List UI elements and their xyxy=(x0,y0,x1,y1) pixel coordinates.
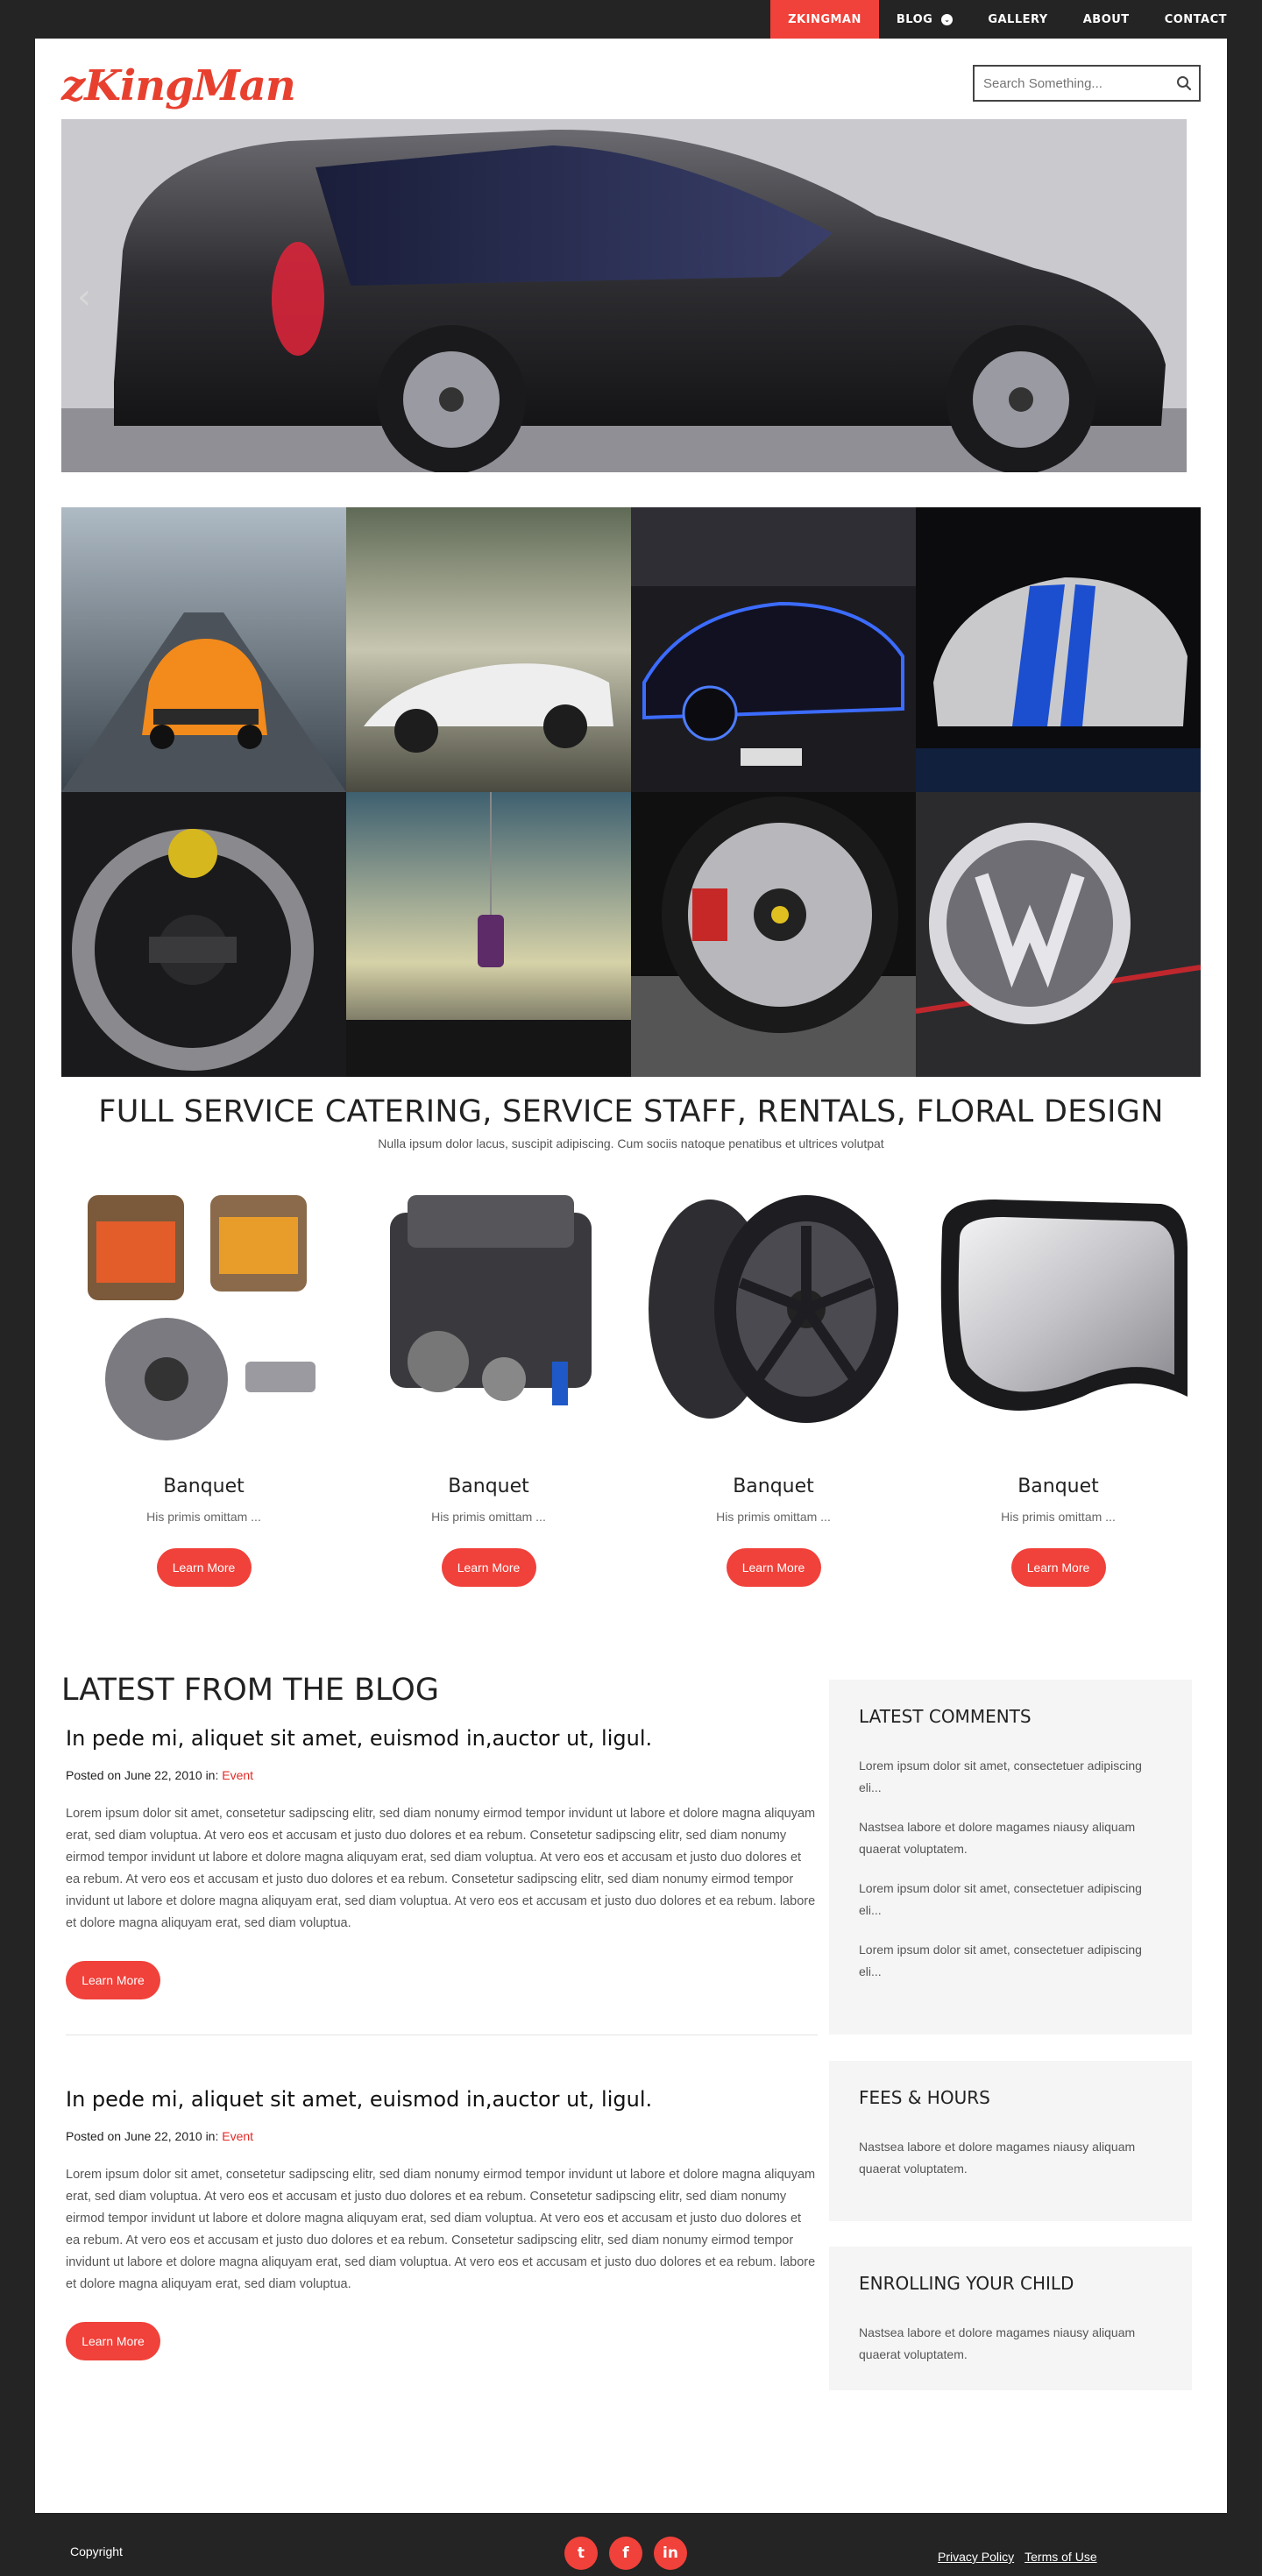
car-interior-charm-photo xyxy=(346,792,631,1077)
gallery-tile[interactable] xyxy=(916,507,1201,792)
privacy-policy-link[interactable]: Privacy Policy xyxy=(938,2550,1014,2564)
nav-item-gallery[interactable]: GALLERY xyxy=(970,0,1065,39)
comment-item[interactable]: Lorem ipsum dolor sit amet, consectetuer… xyxy=(859,1939,1162,1983)
chevron-down-icon: ⌄ xyxy=(941,13,954,25)
learn-more-button[interactable]: Learn More xyxy=(156,1548,252,1587)
post-date: Posted on June 22, 2010 in: xyxy=(66,2129,223,2143)
image-gallery xyxy=(61,507,1201,1077)
top-navigation: ZKINGMAN BLOG ⌄ GALLERY ABOUT CONTACT xyxy=(770,0,1244,39)
copyright-text: Copyright xyxy=(70,2544,123,2558)
feature-image xyxy=(640,1178,907,1449)
gallery-tile[interactable] xyxy=(631,507,916,792)
widget-title: FEES & HOURS xyxy=(859,2087,990,2108)
feature-card: Banquet His primis omittam ... Learn Mor… xyxy=(631,1178,916,1587)
feature-image xyxy=(355,1178,622,1449)
post-category-link[interactable]: Event xyxy=(222,1768,253,1782)
feature-title: Banquet xyxy=(163,1476,245,1497)
latest-comments-widget: LATEST COMMENTS Lorem ipsum dolor sit am… xyxy=(829,1680,1192,2035)
search-box xyxy=(973,65,1201,102)
feature-image xyxy=(70,1178,337,1449)
post-body: Lorem ipsum dolor sit amet, consetetur s… xyxy=(66,2168,816,2291)
nav-item-label: BLOG xyxy=(896,12,933,26)
learn-more-button[interactable]: Learn More xyxy=(1010,1548,1106,1587)
feature-card: Banquet His primis omittam ... Learn Mor… xyxy=(916,1178,1201,1587)
gallery-tile[interactable] xyxy=(631,792,916,1077)
feature-image xyxy=(925,1178,1192,1449)
feature-card: Banquet His primis omittam ... Learn Mor… xyxy=(61,1178,346,1587)
comment-item[interactable]: Lorem ipsum dolor sit amet, consectetuer… xyxy=(859,1878,1162,1921)
volkswagen-badge-photo xyxy=(916,792,1201,1077)
feature-text: His primis omittam ... xyxy=(146,1510,261,1524)
blog-post: In pede mi, aliquet sit amet, euismod in… xyxy=(66,2087,818,2360)
post-meta: Posted on June 22, 2010 in: Event xyxy=(66,2129,818,2143)
post-title[interactable]: In pede mi, aliquet sit amet, euismod in… xyxy=(66,2087,818,2112)
side-mirror-photo xyxy=(925,1178,1192,1449)
feature-text: His primis omittam ... xyxy=(716,1510,831,1524)
nav-item-contact[interactable]: CONTACT xyxy=(1147,0,1244,39)
feature-title: Banquet xyxy=(733,1476,814,1497)
feature-card: Banquet His primis omittam ... Learn Mor… xyxy=(346,1178,631,1587)
feature-text: His primis omittam ... xyxy=(431,1510,546,1524)
post-date: Posted on June 22, 2010 in: xyxy=(66,1768,223,1782)
mustang-shelby-photo xyxy=(916,507,1201,792)
linkedin-icon[interactable]: in xyxy=(654,2537,687,2570)
gallery-tile[interactable] xyxy=(61,792,346,1077)
search-icon[interactable] xyxy=(1169,67,1199,100)
learn-more-button[interactable]: Learn More xyxy=(726,1548,821,1587)
hero-car-image xyxy=(61,119,1187,472)
car-engine-photo xyxy=(355,1178,622,1449)
post-title[interactable]: In pede mi, aliquet sit amet, euismod in… xyxy=(66,1726,818,1751)
footer-links: Privacy Policy Terms of Use xyxy=(938,2550,1097,2564)
neon-blue-car-photo xyxy=(631,507,916,792)
alloy-wheels-photo xyxy=(640,1178,907,1449)
fees-hours-widget: FEES & HOURS Nastsea labore et dolore ma… xyxy=(829,2061,1192,2221)
learn-more-button[interactable]: Learn More xyxy=(441,1548,536,1587)
site-logo[interactable]: zKingMan xyxy=(61,61,296,110)
widget-title: ENROLLING YOUR CHILD xyxy=(859,2273,1074,2294)
enrolling-widget: ENROLLING YOUR CHILD Nastsea labore et d… xyxy=(829,2247,1192,2390)
page-container: zKingMan ‹ › xyxy=(35,39,1227,2513)
banner-title: FULL SERVICE CATERING, SERVICE STAFF, RE… xyxy=(98,1094,1164,1129)
steering-wheel-photo xyxy=(61,792,346,1077)
gallery-tile[interactable] xyxy=(916,792,1201,1077)
gallery-tile[interactable] xyxy=(346,792,631,1077)
ferrari-wheel-photo xyxy=(631,792,916,1077)
post-meta: Posted on June 22, 2010 in: Event xyxy=(66,1768,818,1782)
oil-filters-photo xyxy=(70,1178,337,1449)
facebook-icon[interactable]: f xyxy=(609,2537,642,2570)
nav-item-zkingman[interactable]: ZKINGMAN xyxy=(770,0,879,39)
slider-prev-arrow[interactable]: ‹ xyxy=(77,277,91,317)
terms-of-use-link[interactable]: Terms of Use xyxy=(1024,2550,1096,2564)
widget-text: Nastsea labore et dolore magames niausy … xyxy=(859,2140,1136,2176)
social-links: t f in xyxy=(564,2537,687,2570)
widget-title: LATEST COMMENTS xyxy=(859,1706,1032,1727)
gallery-tile[interactable] xyxy=(346,507,631,792)
footer: Copyright t f in Privacy Policy Terms of… xyxy=(0,2513,1262,2576)
feature-text: His primis omittam ... xyxy=(1001,1510,1116,1524)
banner-subtitle: Nulla ipsum dolor lacus, suscipit adipis… xyxy=(378,1136,884,1150)
twitter-icon[interactable]: t xyxy=(564,2537,598,2570)
comment-item[interactable]: Nastsea labore et dolore magames niausy … xyxy=(859,1816,1162,1860)
learn-more-button[interactable]: Learn More xyxy=(66,1961,160,1999)
learn-more-button[interactable]: Learn More xyxy=(66,2322,160,2360)
hero-slider: ‹ › xyxy=(61,119,1187,472)
white-lamborghini-photo xyxy=(346,507,631,792)
search-input[interactable] xyxy=(975,67,1169,100)
widget-text: Nastsea labore et dolore magames niausy … xyxy=(859,2325,1136,2361)
post-category-link[interactable]: Event xyxy=(222,2129,253,2143)
blog-post: In pede mi, aliquet sit amet, euismod in… xyxy=(66,1726,818,1999)
gallery-tile[interactable] xyxy=(61,507,346,792)
feature-title: Banquet xyxy=(1017,1476,1099,1497)
feature-cards: Banquet His primis omittam ... Learn Mor… xyxy=(61,1178,1201,1587)
orange-supercar-photo xyxy=(61,507,346,792)
blog-heading: LATEST FROM THE BLOG xyxy=(61,1673,439,1708)
feature-title: Banquet xyxy=(448,1476,529,1497)
nav-item-about[interactable]: ABOUT xyxy=(1066,0,1147,39)
comment-item[interactable]: Lorem ipsum dolor sit amet, consectetuer… xyxy=(859,1755,1162,1799)
nav-item-blog[interactable]: BLOG ⌄ xyxy=(879,0,970,39)
post-body: Lorem ipsum dolor sit amet, consetetur s… xyxy=(66,1807,816,1930)
